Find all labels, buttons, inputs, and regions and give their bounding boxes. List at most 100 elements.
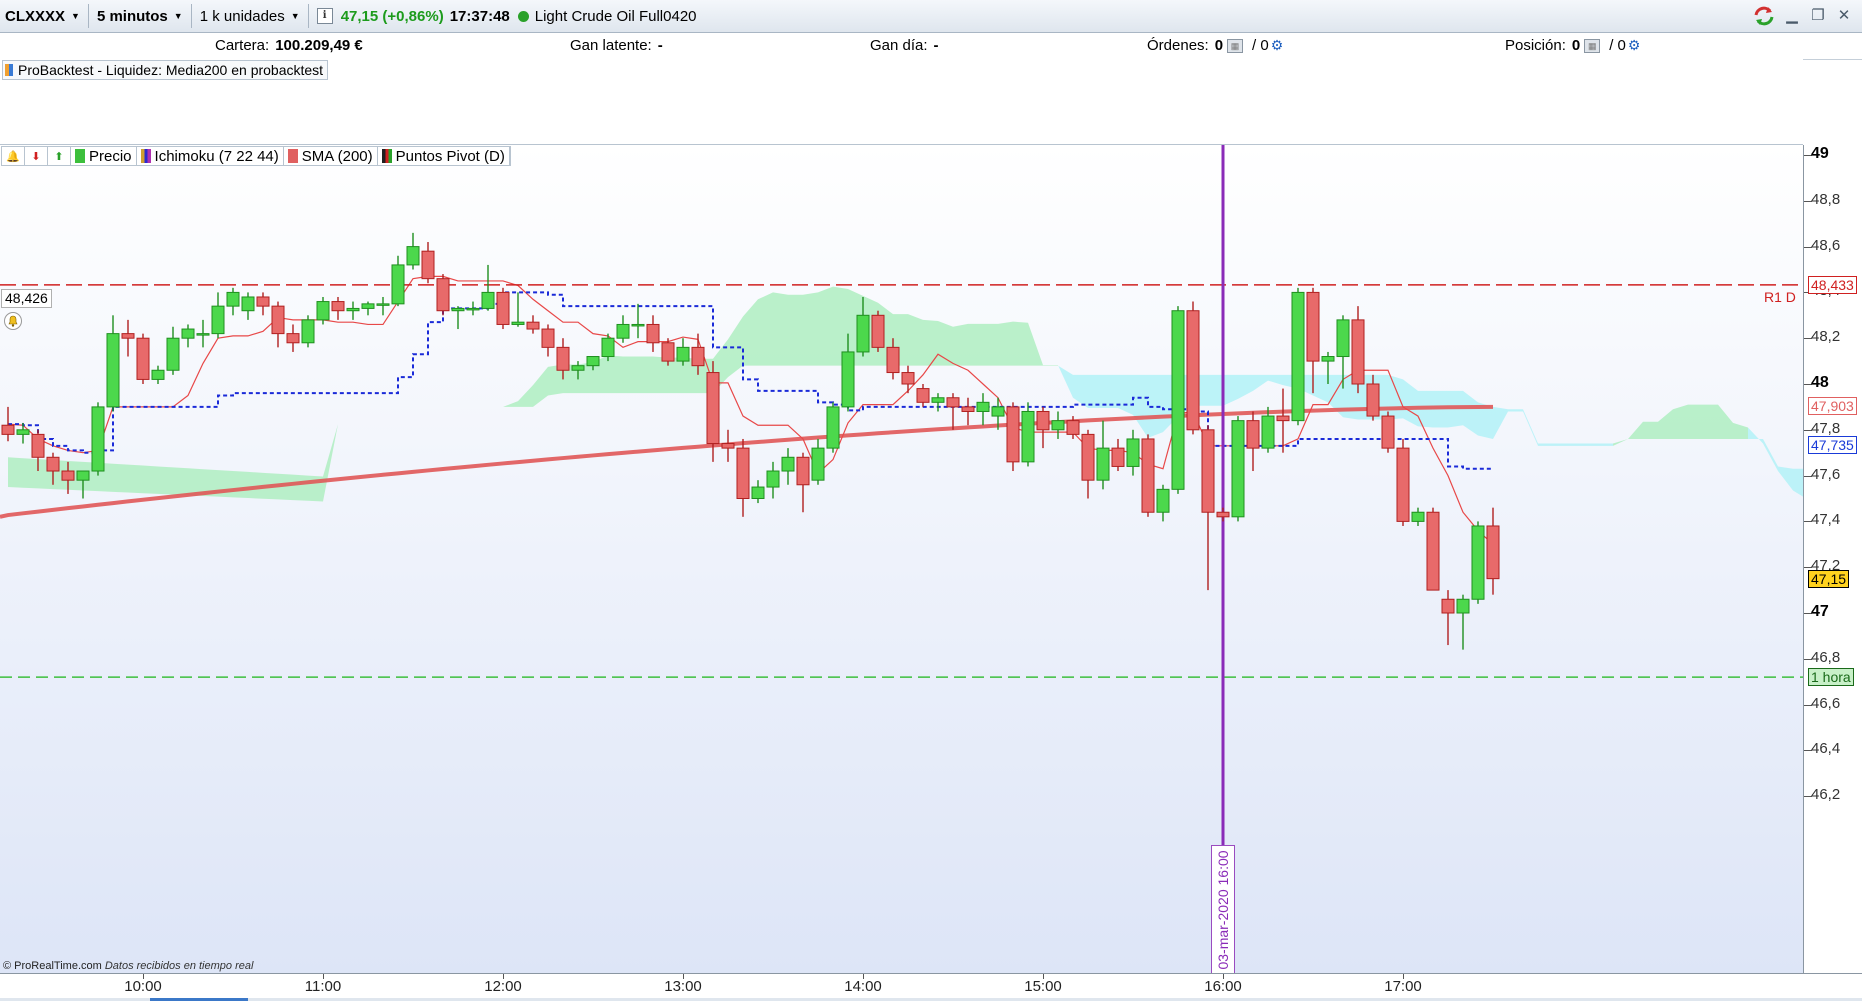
candle-bearish (1381, 415, 1395, 449)
chart-canvas[interactable] (0, 145, 1803, 973)
candle-bearish (1186, 310, 1200, 431)
candle-bullish (451, 307, 465, 312)
candle-bearish (706, 372, 720, 445)
price-label: 46,6 (1811, 694, 1841, 712)
price-label: 48 (1811, 374, 1829, 391)
indicator-legend: 🔔 ⬇ ⬆ Precio Ichimoku (7 22 44) SMA (200… (1, 146, 511, 166)
data-credit: © ProRealTime.com Datos recibidos en tie… (3, 960, 253, 972)
candle-bearish (796, 456, 810, 486)
account-bar: Cartera: 100.209,49 € Gan latente: - Gan… (0, 33, 1862, 60)
candle-bearish (1036, 410, 1050, 431)
vertical-line-date: 03-mar-2020 16:00 (1211, 845, 1235, 975)
candle-bullish (316, 301, 330, 321)
time-label: 12:00 (484, 978, 522, 995)
price-label: 47 (1811, 603, 1829, 620)
candle-bullish (361, 303, 375, 309)
legend-swatch (75, 149, 85, 163)
time-axis[interactable]: 10:00 11:00 12:00 13:00 14:00 15:00 16:00 17:00 (0, 973, 1862, 1001)
ticker-selector[interactable]: CLXXXX ▼ (0, 3, 85, 29)
minimize-icon[interactable]: ▁ (1782, 6, 1802, 26)
clock: 17:37:48 (449, 7, 510, 25)
info-icon[interactable]: i (316, 8, 333, 24)
candle-bearish (871, 314, 885, 348)
candle-bearish (286, 333, 300, 344)
candle-bearish (646, 323, 660, 344)
probacktest-label[interactable]: ProBacktest - Liquidez: Media200 en prob… (2, 60, 329, 80)
candle-bearish (1276, 415, 1290, 422)
candle-bearish (136, 337, 150, 380)
price-tag: 47,735 (1808, 435, 1857, 454)
legend-item-sma[interactable]: SMA (200) (284, 147, 378, 165)
candle-bearish (46, 456, 60, 472)
sync-icon[interactable] (1752, 5, 1776, 27)
candle-bearish (886, 346, 900, 374)
buy-arrow-icon[interactable]: ⬆ (48, 147, 71, 165)
candle-bearish (1366, 383, 1380, 417)
vertical-line-date-text: 03-mar-2020 16:00 (1215, 850, 1231, 970)
gear-icon[interactable]: ⚙ (1628, 37, 1641, 54)
candle-bullish (466, 307, 480, 311)
separator (307, 4, 309, 28)
candle-bullish (106, 333, 120, 408)
legend-item-ichimoku[interactable]: Ichimoku (7 22 44) (137, 147, 284, 165)
candle-bearish (1306, 291, 1320, 362)
units-selector[interactable]: 1 k unidades ▼ (195, 3, 305, 29)
pivot-r1-label: R1 D (1764, 289, 1796, 305)
instrument-info[interactable]: i 47,15 (+0,86%) 17:37:48 Light Crude Oi… (312, 3, 702, 29)
orders-summary: Órdenes: 0 ▦ / 0 ⚙ (1147, 37, 1283, 54)
candle-bearish (421, 250, 435, 280)
legend-swatch (381, 149, 392, 163)
probacktest-text: ProBacktest - Liquidez: Media200 en prob… (18, 62, 324, 78)
price-axis[interactable]: 4948,848,648,448,24847,847,647,447,24746… (1803, 145, 1862, 973)
cursor-price-value: 48,426 (1, 289, 52, 308)
orders-list-icon[interactable]: ▦ (1227, 38, 1244, 53)
price-label: 48,2 (1811, 328, 1841, 346)
credit-note: Datos recibidos en tiempo real (104, 960, 254, 972)
window-controls: ▁ ❐ ✕ (1752, 5, 1854, 27)
candle-bearish (61, 470, 75, 481)
restore-icon[interactable]: ❐ (1808, 6, 1828, 26)
gear-icon[interactable]: ⚙ (1271, 37, 1284, 54)
candle-bullish (211, 305, 225, 335)
unrealized-gain: Gan latente: - (570, 37, 663, 54)
price-alert-bell-icon[interactable] (4, 312, 22, 330)
position-list-icon[interactable]: ▦ (1584, 38, 1601, 53)
close-icon[interactable]: ✕ (1834, 6, 1854, 26)
portfolio-amount: 100.209,49 € (275, 37, 363, 54)
legend-item-pivot[interactable]: Puntos Pivot (D) (378, 147, 510, 165)
candle-bullish (1096, 447, 1110, 481)
candle-bearish (1111, 447, 1125, 467)
candle-bullish (601, 337, 615, 358)
price-chart[interactable] (0, 145, 1803, 973)
candle-bullish (346, 307, 360, 312)
credit-brand: © ProRealTime.com (3, 960, 102, 972)
alert-bell-icon[interactable]: 🔔 (2, 147, 25, 165)
daily-gain: Gan día: - (870, 37, 939, 54)
candle-bullish (676, 346, 690, 362)
candle-bullish (1231, 420, 1245, 518)
position-label: Posición: (1505, 37, 1566, 54)
price-label: 47,8 (1811, 419, 1841, 437)
indicator-swatch-icon (5, 64, 13, 76)
candle-bullish (931, 397, 945, 403)
instrument-name: Light Crude Oil Full0420 (534, 7, 697, 25)
candle-bullish (241, 296, 255, 312)
candle-bullish (586, 356, 600, 367)
daily-gain-value: - (933, 37, 939, 54)
orders-total: / 0 (1252, 37, 1269, 54)
candle-bearish (436, 278, 450, 312)
sell-arrow-icon[interactable]: ⬇ (25, 147, 48, 165)
candle-bullish (766, 470, 780, 488)
units-label: 1 k unidades (199, 7, 285, 25)
time-label: 17:00 (1384, 978, 1422, 995)
candle-bullish (1261, 415, 1275, 449)
candle-bearish (736, 447, 750, 499)
candle-bearish (271, 305, 285, 335)
candle-bullish (781, 456, 795, 472)
legend-label: Precio (89, 147, 132, 165)
candle-bullish (511, 321, 525, 325)
time-label: 10:00 (124, 978, 162, 995)
legend-item-price[interactable]: Precio (71, 147, 137, 165)
timeframe-selector[interactable]: 5 minutos ▼ (92, 3, 188, 29)
candle-bearish (256, 296, 270, 307)
